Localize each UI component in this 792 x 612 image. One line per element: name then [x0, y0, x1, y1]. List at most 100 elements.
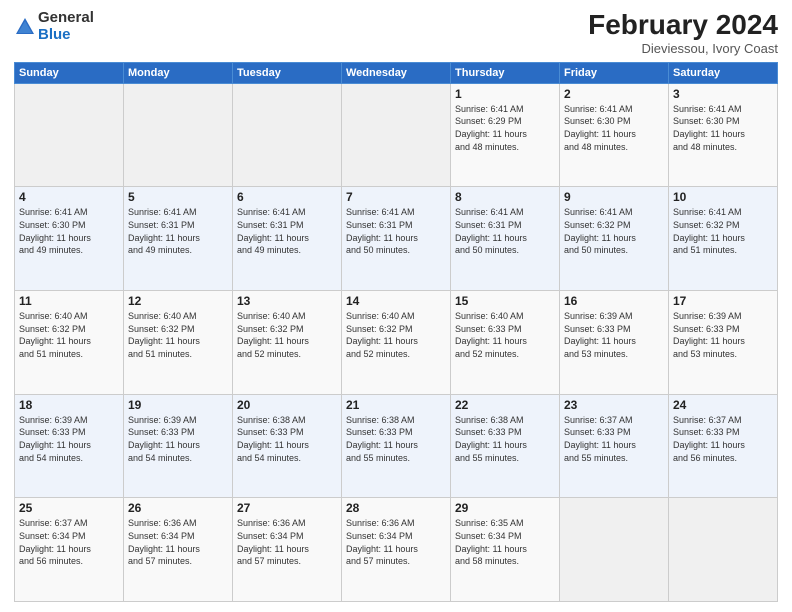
- day-info: Sunrise: 6:41 AM Sunset: 6:31 PM Dayligh…: [128, 206, 228, 256]
- day-info: Sunrise: 6:36 AM Sunset: 6:34 PM Dayligh…: [237, 517, 337, 567]
- day-number: 17: [673, 294, 773, 308]
- day-info: Sunrise: 6:37 AM Sunset: 6:33 PM Dayligh…: [673, 414, 773, 464]
- main-title: February 2024: [588, 10, 778, 41]
- day-info: Sunrise: 6:41 AM Sunset: 6:30 PM Dayligh…: [19, 206, 119, 256]
- day-info: Sunrise: 6:40 AM Sunset: 6:32 PM Dayligh…: [237, 310, 337, 360]
- calendar-cell: 12 Sunrise: 6:40 AM Sunset: 6:32 PM Dayli…: [124, 291, 233, 395]
- day-info: Sunrise: 6:41 AM Sunset: 6:32 PM Dayligh…: [564, 206, 664, 256]
- day-number: 25: [19, 501, 119, 515]
- calendar-cell: 10 Sunrise: 6:41 AM Sunset: 6:32 PM Dayli…: [669, 187, 778, 291]
- day-number: 13: [237, 294, 337, 308]
- logo-text: General Blue: [38, 10, 94, 43]
- day-info: Sunrise: 6:39 AM Sunset: 6:33 PM Dayligh…: [19, 414, 119, 464]
- day-number: 24: [673, 398, 773, 412]
- calendar-cell: 28 Sunrise: 6:36 AM Sunset: 6:34 PM Dayli…: [342, 498, 451, 602]
- calendar-cell: 23Sunrise: 6:37 AM Sunset: 6:33 PM Dayli…: [560, 394, 669, 498]
- calendar-cell: [124, 83, 233, 187]
- day-number: 8: [455, 190, 555, 204]
- calendar-cell: 16Sunrise: 6:39 AM Sunset: 6:33 PM Dayli…: [560, 291, 669, 395]
- calendar-cell: 15 Sunrise: 6:40 AM Sunset: 6:33 PM Dayli…: [451, 291, 560, 395]
- day-number: 7: [346, 190, 446, 204]
- day-info: Sunrise: 6:38 AM Sunset: 6:33 PM Dayligh…: [237, 414, 337, 464]
- calendar-cell: 1 Sunrise: 6:41 AM Sunset: 6:29 PM Daylig…: [451, 83, 560, 187]
- calendar-cell: 9 Sunrise: 6:41 AM Sunset: 6:32 PM Daylig…: [560, 187, 669, 291]
- day-number: 20: [237, 398, 337, 412]
- day-info: Sunrise: 6:36 AM Sunset: 6:34 PM Dayligh…: [346, 517, 446, 567]
- day-info: Sunrise: 6:39 AM Sunset: 6:33 PM Dayligh…: [673, 310, 773, 360]
- day-info: Sunrise: 6:35 AM Sunset: 6:34 PM Dayligh…: [455, 517, 555, 567]
- col-header-wednesday: Wednesday: [342, 62, 451, 83]
- calendar-cell: 29 Sunrise: 6:35 AM Sunset: 6:34 PM Dayli…: [451, 498, 560, 602]
- day-info: Sunrise: 6:39 AM Sunset: 6:33 PM Dayligh…: [128, 414, 228, 464]
- calendar-cell: 14 Sunrise: 6:40 AM Sunset: 6:32 PM Dayli…: [342, 291, 451, 395]
- week-row-3: 11 Sunrise: 6:40 AM Sunset: 6:32 PM Dayli…: [15, 291, 778, 395]
- day-number: 5: [128, 190, 228, 204]
- day-number: 11: [19, 294, 119, 308]
- day-info: Sunrise: 6:40 AM Sunset: 6:33 PM Dayligh…: [455, 310, 555, 360]
- day-info: Sunrise: 6:41 AM Sunset: 6:32 PM Dayligh…: [673, 206, 773, 256]
- col-header-monday: Monday: [124, 62, 233, 83]
- logo-blue: Blue: [38, 27, 94, 44]
- calendar-cell: 27Sunrise: 6:36 AM Sunset: 6:34 PM Dayli…: [233, 498, 342, 602]
- day-info: Sunrise: 6:41 AM Sunset: 6:31 PM Dayligh…: [237, 206, 337, 256]
- col-header-saturday: Saturday: [669, 62, 778, 83]
- day-info: Sunrise: 6:38 AM Sunset: 6:33 PM Dayligh…: [346, 414, 446, 464]
- day-info: Sunrise: 6:38 AM Sunset: 6:33 PM Dayligh…: [455, 414, 555, 464]
- calendar-cell: [342, 83, 451, 187]
- col-header-tuesday: Tuesday: [233, 62, 342, 83]
- day-number: 4: [19, 190, 119, 204]
- day-number: 1: [455, 87, 555, 101]
- title-block: February 2024 Dieviessou, Ivory Coast: [588, 10, 778, 56]
- day-number: 9: [564, 190, 664, 204]
- calendar-cell: 3 Sunrise: 6:41 AM Sunset: 6:30 PM Daylig…: [669, 83, 778, 187]
- calendar-cell: 25 Sunrise: 6:37 AM Sunset: 6:34 PM Dayli…: [15, 498, 124, 602]
- day-number: 2: [564, 87, 664, 101]
- day-number: 19: [128, 398, 228, 412]
- day-number: 26: [128, 501, 228, 515]
- calendar-cell: 4 Sunrise: 6:41 AM Sunset: 6:30 PM Daylig…: [15, 187, 124, 291]
- day-info: Sunrise: 6:37 AM Sunset: 6:34 PM Dayligh…: [19, 517, 119, 567]
- day-number: 29: [455, 501, 555, 515]
- calendar-cell: 17 Sunrise: 6:39 AM Sunset: 6:33 PM Dayli…: [669, 291, 778, 395]
- day-number: 6: [237, 190, 337, 204]
- day-info: Sunrise: 6:40 AM Sunset: 6:32 PM Dayligh…: [128, 310, 228, 360]
- calendar-cell: 22Sunrise: 6:38 AM Sunset: 6:33 PM Dayli…: [451, 394, 560, 498]
- subtitle: Dieviessou, Ivory Coast: [588, 41, 778, 56]
- calendar-cell: 2Sunrise: 6:41 AM Sunset: 6:30 PM Daylig…: [560, 83, 669, 187]
- day-number: 14: [346, 294, 446, 308]
- calendar-cell: 21 Sunrise: 6:38 AM Sunset: 6:33 PM Dayli…: [342, 394, 451, 498]
- calendar-cell: 8 Sunrise: 6:41 AM Sunset: 6:31 PM Daylig…: [451, 187, 560, 291]
- calendar-cell: 11Sunrise: 6:40 AM Sunset: 6:32 PM Dayli…: [15, 291, 124, 395]
- col-header-friday: Friday: [560, 62, 669, 83]
- calendar-cell: [233, 83, 342, 187]
- calendar-cell: [669, 498, 778, 602]
- logo-general: General: [38, 10, 94, 27]
- col-header-sunday: Sunday: [15, 62, 124, 83]
- col-header-thursday: Thursday: [451, 62, 560, 83]
- calendar-cell: 18 Sunrise: 6:39 AM Sunset: 6:33 PM Dayli…: [15, 394, 124, 498]
- week-row-4: 18 Sunrise: 6:39 AM Sunset: 6:33 PM Dayli…: [15, 394, 778, 498]
- day-info: Sunrise: 6:41 AM Sunset: 6:31 PM Dayligh…: [346, 206, 446, 256]
- calendar-cell: 20 Sunrise: 6:38 AM Sunset: 6:33 PM Dayli…: [233, 394, 342, 498]
- day-info: Sunrise: 6:40 AM Sunset: 6:32 PM Dayligh…: [346, 310, 446, 360]
- day-number: 18: [19, 398, 119, 412]
- day-number: 21: [346, 398, 446, 412]
- day-number: 28: [346, 501, 446, 515]
- day-number: 10: [673, 190, 773, 204]
- day-info: Sunrise: 6:41 AM Sunset: 6:29 PM Dayligh…: [455, 103, 555, 153]
- calendar-cell: 5 Sunrise: 6:41 AM Sunset: 6:31 PM Daylig…: [124, 187, 233, 291]
- day-info: Sunrise: 6:39 AM Sunset: 6:33 PM Dayligh…: [564, 310, 664, 360]
- day-info: Sunrise: 6:41 AM Sunset: 6:30 PM Dayligh…: [673, 103, 773, 153]
- day-number: 3: [673, 87, 773, 101]
- header: General Blue February 2024 Dieviessou, I…: [14, 10, 778, 56]
- day-number: 15: [455, 294, 555, 308]
- day-info: Sunrise: 6:41 AM Sunset: 6:31 PM Dayligh…: [455, 206, 555, 256]
- day-number: 12: [128, 294, 228, 308]
- week-row-2: 4 Sunrise: 6:41 AM Sunset: 6:30 PM Daylig…: [15, 187, 778, 291]
- page: General Blue February 2024 Dieviessou, I…: [0, 0, 792, 612]
- day-number: 23: [564, 398, 664, 412]
- logo-icon: [14, 16, 36, 38]
- calendar-cell: 13 Sunrise: 6:40 AM Sunset: 6:32 PM Dayli…: [233, 291, 342, 395]
- week-row-1: 1 Sunrise: 6:41 AM Sunset: 6:29 PM Daylig…: [15, 83, 778, 187]
- calendar-cell: 6 Sunrise: 6:41 AM Sunset: 6:31 PM Daylig…: [233, 187, 342, 291]
